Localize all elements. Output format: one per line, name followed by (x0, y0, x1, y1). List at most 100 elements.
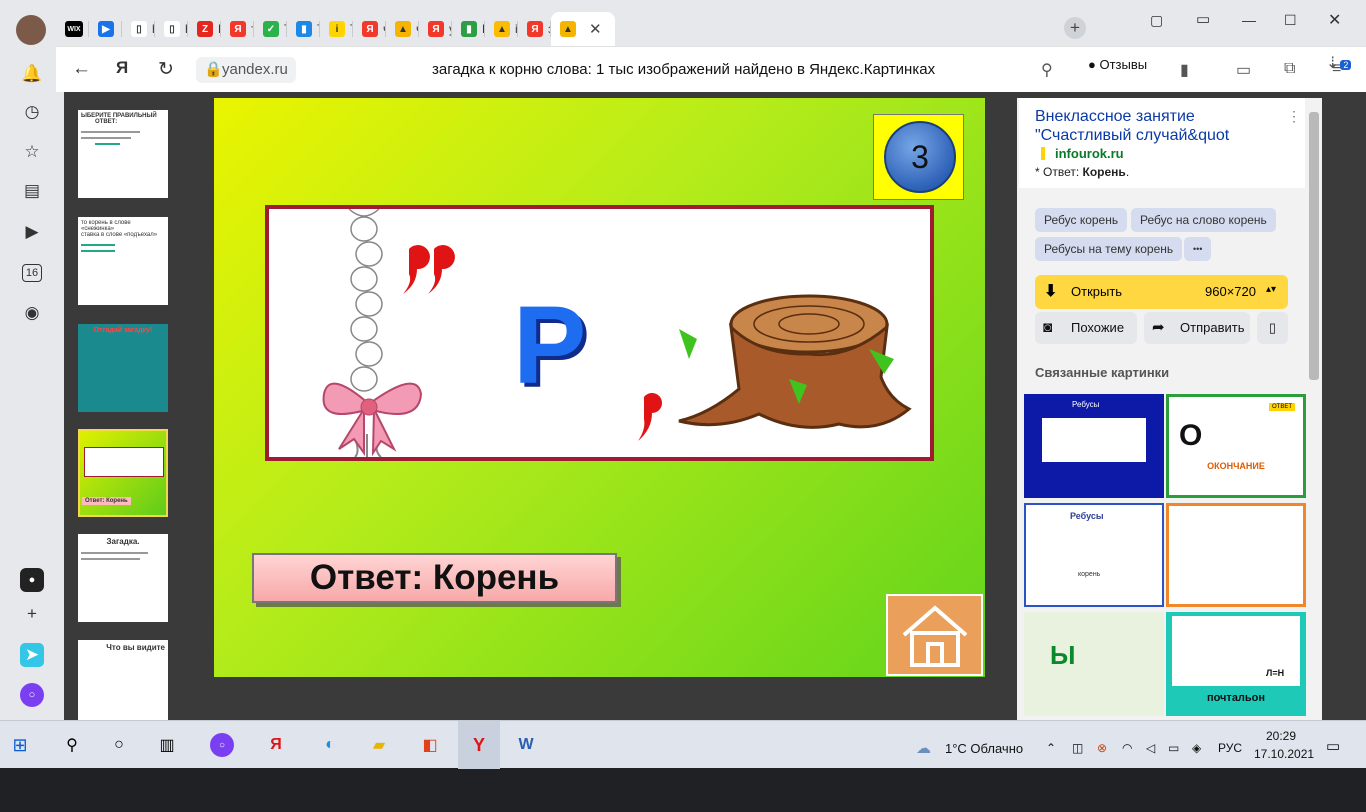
slide-image[interactable]: 3 Р Р Ответ: Корень (214, 98, 985, 677)
save-button[interactable]: ▯ (1257, 312, 1288, 344)
search-icon[interactable]: ⚲ (60, 733, 84, 757)
task-view-icon[interactable]: ▥ (155, 733, 179, 757)
share-button[interactable]: ➦ Отправить (1144, 312, 1250, 344)
tag-chip[interactable]: Ребусы на тему корень (1035, 237, 1183, 261)
tray-app-icon[interactable]: ◫ (1072, 741, 1083, 755)
word-icon[interactable]: W (514, 733, 538, 757)
tabs-manager-icon[interactable]: ▢ (1150, 12, 1163, 29)
tab-14[interactable]: ▲inc (485, 12, 518, 46)
office-icon[interactable]: ◧ (418, 733, 442, 757)
search-icon[interactable]: ⚲ (1041, 60, 1053, 80)
maximize-button[interactable]: ☐ (1284, 12, 1297, 29)
home-button[interactable] (886, 594, 983, 676)
yandex-browser-icon[interactable]: Я (264, 733, 288, 757)
cortana-icon[interactable]: ○ (107, 733, 131, 757)
tab-3[interactable]: ▯htt (122, 12, 155, 46)
close-tab-icon[interactable]: ✕ (589, 20, 602, 38)
language-indicator[interactable]: РУС (1218, 741, 1242, 755)
weather-icon[interactable]: ☁ (916, 739, 931, 757)
back-icon[interactable]: ← (72, 58, 91, 80)
open-button[interactable]: ⬇ Открыть 960×720 ▴▾ (1035, 275, 1288, 309)
tab-2[interactable]: ▶ (89, 12, 122, 46)
network-icon[interactable]: ◈ (1192, 741, 1201, 755)
size-select-icon[interactable]: ▴▾ (1266, 284, 1276, 295)
related-image[interactable]: ОТВЕТ O ОКОНЧАНИЕ (1166, 394, 1306, 498)
source-card: Внеклассное занятие "Счастливый случай&q… (1019, 98, 1305, 188)
alice-icon[interactable]: ○ (20, 683, 44, 707)
player-icon[interactable]: ▶ (20, 220, 44, 244)
app-icon[interactable]: ● (20, 568, 44, 592)
clock-date[interactable]: 17.10.2021 (1254, 747, 1314, 761)
extensions-icon[interactable]: ⧉ (1284, 60, 1295, 78)
file-explorer-icon[interactable]: ▰ (367, 733, 391, 757)
wifi-icon[interactable]: ◠ (1122, 741, 1132, 755)
tab-11[interactable]: ▲что (386, 12, 419, 46)
more-tags-button[interactable]: ••• (1184, 237, 1212, 261)
tab-12[interactable]: Яушт (419, 12, 452, 46)
url-field[interactable]: 🔒 yandex.ru (196, 57, 296, 83)
thumbnail-1[interactable]: ЫБЕРИТЕ ПРАВИЛЬНЫЙ ОТВЕТ: (78, 110, 168, 198)
related-image[interactable]: Л=Н почтальон (1166, 612, 1306, 716)
new-tab-button[interactable]: + (1064, 17, 1086, 39)
weather-text[interactable]: 1°C Облачно (945, 741, 1023, 756)
minimize-button[interactable]: — (1242, 12, 1256, 28)
close-window-button[interactable]: ✕ (1328, 10, 1341, 30)
tab-4[interactable]: ▯htt (155, 12, 188, 46)
thumbnail-4-selected[interactable]: Ответ: Корень (78, 429, 168, 517)
avatar[interactable] (16, 15, 46, 45)
tab-1[interactable]: WIXWi (56, 12, 89, 46)
tab-10[interactable]: Ячто (353, 12, 386, 46)
tab-7[interactable]: ✓Te (254, 12, 287, 46)
favorites-icon[interactable]: ☆ (20, 140, 44, 164)
tabs-count-icon[interactable]: 16 (20, 261, 44, 285)
panel-scrollbar[interactable] (1306, 98, 1322, 720)
tab-5[interactable]: ZПо (188, 12, 221, 46)
related-image[interactable]: Ребусы (1024, 394, 1164, 498)
battery-icon[interactable]: ▭ (1236, 60, 1251, 80)
notifications-icon[interactable]: ▭ (1326, 737, 1340, 755)
source-domain[interactable]: infourok.ru (1055, 146, 1124, 161)
tab-9[interactable]: iTe (320, 12, 353, 46)
reload-icon[interactable]: ↻ (158, 58, 174, 81)
tray-alert-icon[interactable]: ⊗ (1097, 741, 1107, 755)
screenshot-icon[interactable]: ◉ (20, 301, 44, 325)
add-app-icon[interactable]: + (20, 602, 44, 626)
messenger-icon[interactable]: ➤ (20, 643, 44, 667)
edge-icon[interactable]: ◐ (318, 733, 342, 757)
related-image[interactable]: Ы (1024, 612, 1164, 716)
clock-time[interactable]: 20:29 (1266, 729, 1296, 743)
thumbnail-2[interactable]: то корень в слове «снежинка» ставка в сл… (78, 217, 168, 305)
tag-chip[interactable]: Ребус корень (1035, 208, 1128, 232)
alice-icon[interactable]: ○ (210, 733, 234, 757)
image-size[interactable]: 960×720 (1205, 284, 1256, 299)
downloads-icon[interactable]: ⇣ 2 (1326, 53, 1352, 73)
volume-icon[interactable]: ◁ (1146, 741, 1155, 755)
bookmark-icon[interactable]: ▭ (1196, 10, 1210, 28)
tab-6[interactable]: Ятек (221, 12, 254, 46)
tab-13[interactable]: ▮Ру (452, 12, 485, 46)
battery-icon[interactable]: ▭ (1168, 741, 1179, 755)
yandex-logo-icon[interactable]: Я (116, 58, 128, 78)
tab-8[interactable]: ▮Te (287, 12, 320, 46)
windows-start-icon[interactable]: ⊞ (8, 733, 32, 757)
tray-chevron-icon[interactable]: ⌃ (1046, 741, 1056, 755)
more-icon[interactable]: ⋮ (1287, 108, 1301, 125)
related-image[interactable] (1166, 503, 1306, 607)
tag-chip[interactable]: Ребус на слово корень (1131, 208, 1276, 232)
reviews-button[interactable]: ● Отзывы (1088, 57, 1147, 72)
bookmark-add-icon[interactable]: ▮ (1180, 60, 1189, 80)
thumbnail-5[interactable]: Загадка. (78, 534, 168, 622)
yandex-app-active-icon[interactable]: Y (458, 721, 500, 769)
collections-icon[interactable]: ▤ (20, 179, 44, 203)
scrollbar-thumb[interactable] (1309, 112, 1319, 380)
related-image[interactable]: Ребусы корень (1024, 503, 1164, 607)
tab-active[interactable]: ▲ ✕ (551, 12, 615, 46)
notifications-icon[interactable]: 🔔 (20, 62, 44, 86)
related-caption: ОКОНЧАНИЕ (1207, 461, 1265, 471)
source-title[interactable]: Внеклассное занятие "Счастливый случай&q… (1035, 107, 1285, 145)
tab-15[interactable]: Яза (518, 12, 551, 46)
thumbnail-6[interactable]: Что вы видите (78, 640, 168, 720)
thumbnail-3[interactable]: Отгадай загадку! (78, 324, 168, 412)
similar-button[interactable]: ◙ Похожие (1035, 312, 1137, 344)
history-icon[interactable]: ◷ (20, 100, 44, 124)
